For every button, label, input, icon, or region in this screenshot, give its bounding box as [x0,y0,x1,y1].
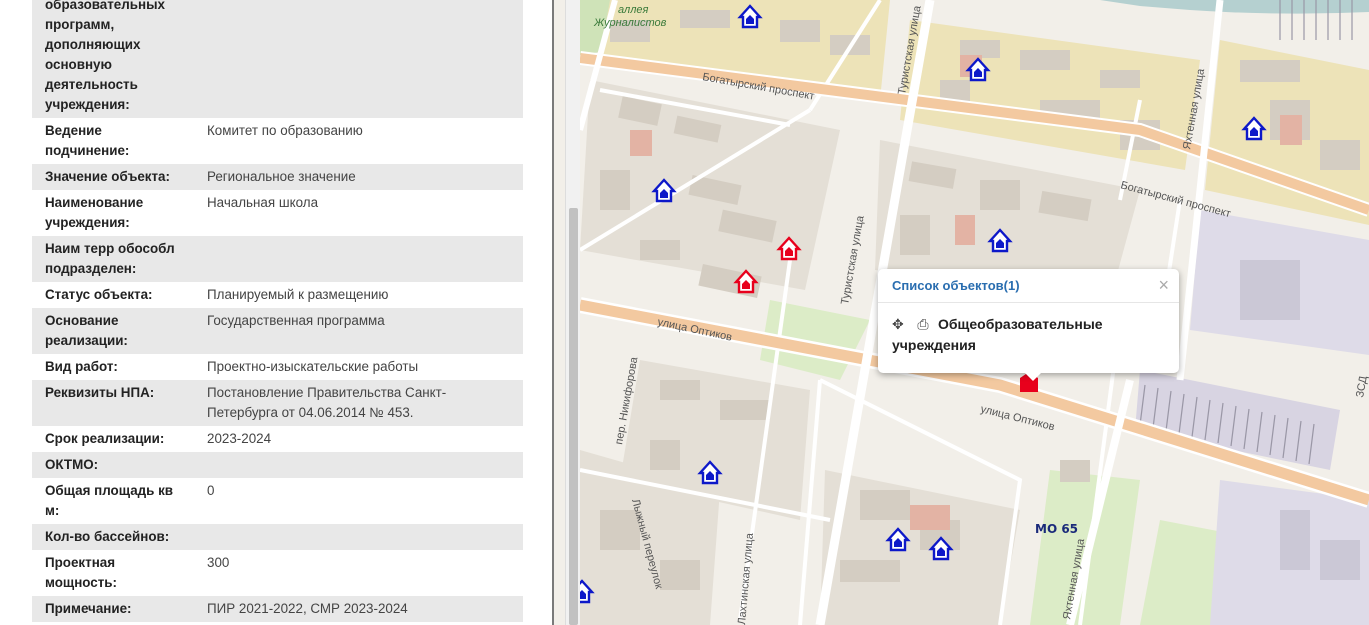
attribute-label: ОКТМО: [32,452,194,478]
attribute-row: Примечание: ПИР 2021-2022, СМР 2023-2024 [32,596,523,622]
attribute-label: Общая площадь кв м: [45,483,174,518]
attribute-label: Статус объекта: [45,287,153,302]
popup-title[interactable]: Список объектов(1) [892,278,1020,293]
attribute-label: Наим терр обособл подразделен: [32,236,194,282]
attribute-row: Общая площадь кв м: 0 [32,478,523,524]
close-icon[interactable]: × [1158,275,1169,296]
attribute-value [194,236,523,282]
label-alley: аллея [618,4,649,16]
attribute-value [194,524,523,550]
attribute-row: образовательных программ, дополняющих ос… [32,0,523,118]
attribute-label: Кол-во бассейнов: [32,524,194,550]
attribute-label: Примечание: [32,596,194,622]
attribute-label: Наименование учреждения: [45,195,144,230]
label-turistskaya-2: Туристская улица [839,214,867,306]
attribute-label: Основание реализации: [32,308,194,354]
attribute-row: Наим терр обособл подразделен: [32,236,523,282]
attribute-row: Значение объекта: Региональное значение [32,164,523,190]
attribute-row: Вид работ: Проектно-изыскательские работы [32,354,523,380]
attribute-row: Ведение подчинение: Комитет по образовани… [32,118,523,164]
attribute-label: Срок реализации: [45,431,165,446]
attribute-value: 300 [207,555,230,570]
move-icon[interactable]: ✥ [892,314,908,335]
attribute-value: 2023-2024 [207,431,272,446]
river [1100,0,1369,14]
panel-scrollbar[interactable] [565,0,581,625]
attribute-label: Проектная мощность: [45,555,117,590]
attribute-label: Вид работ: [45,359,118,374]
attribute-label: Значение объекта: [32,164,194,190]
attribute-row: Проектная мощность: 300 [32,550,523,596]
attribute-value: Планируемый к размещению [207,287,389,302]
attribute-value: Комитет по образованию [207,123,363,138]
attribute-value: ПИР 2021-2022, СМР 2023-2024 [194,596,523,622]
attribute-row: Наименование учреждения: Начальная школа [32,190,523,236]
label-lakhtinskaya: Лахтинская улица [736,532,756,625]
print-icon[interactable]: ⎙ [908,314,938,335]
attribute-value: Начальная школа [207,195,319,210]
label-optikov-2: улица Оптиков [979,403,1056,433]
attribute-row: Реквизиты НПА: Постановление Правительств… [32,380,523,426]
label-journalists: Журналистов [593,17,667,29]
popup-object-entry: ✥ ⎙ Общеобразовательные учреждения [892,314,1162,356]
attribute-row: ОКТМО: [32,452,523,478]
scrollbar-thumb[interactable] [569,208,578,625]
panel-gap [554,0,565,625]
objects-popup: Список объектов(1) × ✥ ⎙ Общеобразовательн… [878,269,1179,381]
attribute-label: Ведение подчинение: [45,123,130,158]
attribute-value: Государственная программа [194,308,523,354]
attribute-value: Проектно-изыскательские работы [207,359,419,374]
attribute-value: Региональное значение [194,164,523,190]
attribute-value: 0 [207,483,215,498]
attribute-row: Кол-во бассейнов: [32,524,523,550]
attribute-label: Реквизиты НПА: [32,380,194,426]
attribute-table: образовательных программ, дополняющих ос… [32,0,523,622]
attribute-value: Постановление Правительства Санкт-Петерб… [194,380,523,426]
popup-tip [1024,372,1042,381]
attribute-row: Основание реализации: Государственная про… [32,308,523,354]
attribute-row: Статус объекта: Планируемый к размещению [32,282,523,308]
label-mo: МО 65 [1035,522,1078,536]
attribute-panel: образовательных программ, дополняющих ос… [0,0,552,625]
attribute-label: образовательных программ, дополняющих ос… [32,0,194,118]
popup-header: Список объектов(1) × [878,269,1179,303]
attribute-row: Срок реализации: 2023-2024 [32,426,523,452]
label-zsd: ЗСД [1354,375,1369,399]
attribute-value [194,452,523,478]
attribute-value [194,0,523,118]
